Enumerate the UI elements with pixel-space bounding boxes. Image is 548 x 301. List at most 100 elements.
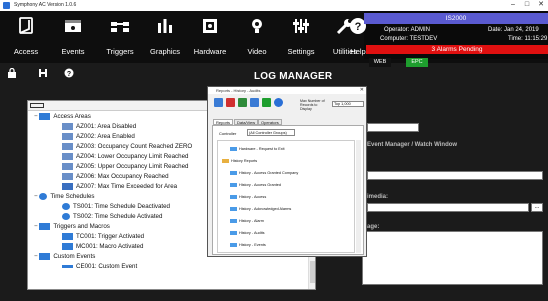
trigger-icon — [62, 232, 73, 240]
people-icon — [62, 152, 73, 160]
multimedia-field[interactable] — [367, 203, 529, 212]
window-title: Symphony AC Version 1.0.6 — [14, 2, 77, 8]
tree-scroll-thumb[interactable] — [310, 261, 315, 283]
people-icon — [62, 172, 73, 180]
help-circle-icon[interactable]: ? — [64, 68, 74, 78]
nav-events[interactable]: Events — [51, 11, 95, 63]
graphics-icon — [158, 19, 172, 33]
report-icon — [230, 171, 237, 175]
tree-item[interactable]: AZ002: Area Enabled — [62, 132, 135, 141]
time-text: Time: 11:15:29 — [508, 36, 548, 42]
tree-item[interactable]: AZ004: Lower Occupancy Limit Reached — [62, 152, 188, 161]
tree-group-time-schedules[interactable]: − Time Schedules — [34, 192, 94, 201]
clock-icon — [62, 212, 70, 220]
report-row[interactable]: History - Events — [230, 242, 266, 249]
operator-text: Operator: ADMIN — [384, 27, 431, 33]
refresh-icon[interactable] — [214, 98, 223, 107]
lock-icon[interactable] — [7, 68, 17, 78]
folder-icon — [39, 112, 51, 120]
max-records-select[interactable]: Top 1,000 — [332, 101, 364, 107]
report-list-scrollbar[interactable] — [356, 140, 361, 253]
tree-item[interactable]: MC001: Macro Activated — [62, 242, 143, 251]
excel-icon[interactable] — [238, 98, 247, 107]
tree-toggle[interactable] — [30, 103, 44, 108]
settings-icon — [293, 19, 309, 33]
nav-triggers[interactable]: Triggers — [98, 11, 142, 63]
computer-text: Computer: TESTDEV — [380, 36, 438, 42]
tree-item[interactable]: TC001: Trigger Activated — [62, 232, 144, 241]
event-manager-label: Event Manager / Watch Window — [367, 142, 458, 148]
report-row[interactable]: History - Acknowledged Alarms — [230, 206, 291, 213]
report-row[interactable]: Hardware - Request to Exit — [230, 146, 285, 153]
pdf-icon[interactable] — [226, 98, 235, 107]
tree-item[interactable]: TS002: Time Schedule Activated — [62, 212, 162, 221]
dialog-title: Reports - History - Audits — [216, 88, 261, 93]
close-button[interactable]: ✕ — [534, 0, 548, 11]
tree-item[interactable]: AZ007: Max Time Exceeded for Area — [62, 182, 177, 191]
controller-select[interactable]: (All Controller Groups) — [247, 129, 295, 136]
tree-item[interactable]: AZ006: Max Occupancy Reached — [62, 172, 169, 181]
nav-graphics[interactable]: Graphics — [143, 11, 187, 63]
page-title: LOG MANAGER — [254, 71, 333, 82]
hardware-icon — [203, 19, 217, 33]
people-icon — [62, 162, 73, 170]
web-badge[interactable]: WEB — [369, 58, 391, 67]
arrow-right-icon — [62, 264, 73, 268]
report-icon — [230, 195, 237, 199]
tree-item[interactable]: AZ003: Occupancy Count Reached ZERO — [62, 142, 192, 151]
nav-triggers-label: Triggers — [106, 47, 134, 56]
report-row[interactable]: History - Alarm — [230, 218, 264, 225]
event-type-select[interactable] — [367, 123, 419, 132]
tree-item[interactable]: CE001: Custom Event — [62, 262, 137, 271]
nav-settings[interactable]: Settings — [279, 11, 323, 63]
message-textarea[interactable] — [362, 231, 543, 285]
event-text-field[interactable] — [367, 171, 543, 180]
tree-item[interactable]: TS001: Time Schedule Deactivated — [62, 202, 170, 211]
nav-access-label: Access — [13, 47, 39, 56]
max-records-label: Max Number of Records to Display — [300, 99, 325, 111]
nav-graphics-label: Graphics — [149, 47, 180, 56]
folder-icon — [222, 159, 229, 163]
window-titlebar: Symphony AC Version 1.0.6 — [0, 0, 548, 11]
clock-icon — [39, 192, 48, 200]
report-row[interactable]: History - Audits — [230, 230, 265, 237]
dialog-body: Controller (All Controller Groups) Hardw… — [212, 125, 364, 255]
report-row[interactable]: History - Access Granted — [230, 182, 281, 189]
help-icon[interactable] — [274, 98, 283, 107]
nav-video-label: Video — [247, 47, 267, 56]
nav-access[interactable]: Access — [4, 11, 48, 63]
multimedia-label: imedia: — [367, 194, 389, 200]
people-icon — [62, 132, 73, 140]
browse-button[interactable]: ... — [531, 203, 543, 212]
report-icon — [230, 183, 237, 187]
tree-item[interactable]: AZ001: Area Disabled — [62, 122, 136, 131]
people-icon — [62, 122, 73, 130]
export-icon[interactable] — [262, 98, 271, 107]
message-label: age: — [367, 224, 380, 230]
tree-group-custom-events[interactable]: − Custom Events — [34, 252, 95, 261]
minimize-button[interactable]: – — [506, 0, 520, 11]
report-icon — [230, 231, 237, 235]
tree-item[interactable]: AZ005: Upper Occupancy Limit Reached — [62, 162, 188, 171]
report-folder-row[interactable]: History Reports — [222, 158, 257, 165]
report-icon — [230, 243, 237, 247]
report-row[interactable]: History - Access Granted Company — [230, 170, 298, 177]
nav-video[interactable]: Video — [235, 11, 279, 63]
report-icon — [230, 207, 237, 211]
dialog-close-icon[interactable]: ✕ — [360, 87, 364, 94]
triggers-icon — [39, 222, 51, 230]
triggers-icon — [111, 22, 129, 32]
save-icon[interactable] — [38, 68, 48, 78]
tree-group-triggers-macros[interactable]: − Triggers and Macros — [34, 222, 110, 231]
print-icon[interactable] — [250, 98, 259, 107]
folder-icon — [39, 252, 51, 260]
epc-badge[interactable]: EPC — [406, 58, 428, 67]
date-text: Date: Jan 24, 2019 — [488, 27, 539, 33]
nav-hardware[interactable]: Hardware — [188, 11, 232, 63]
clock-icon — [62, 202, 70, 210]
tree-group-access-areas[interactable]: − Access Areas — [34, 112, 91, 121]
alarms-pending-banner[interactable]: 3 Alarms Pending — [366, 45, 548, 54]
maximize-button[interactable]: □ — [520, 0, 534, 11]
video-icon — [252, 19, 262, 33]
report-row[interactable]: History - Access — [230, 194, 266, 201]
